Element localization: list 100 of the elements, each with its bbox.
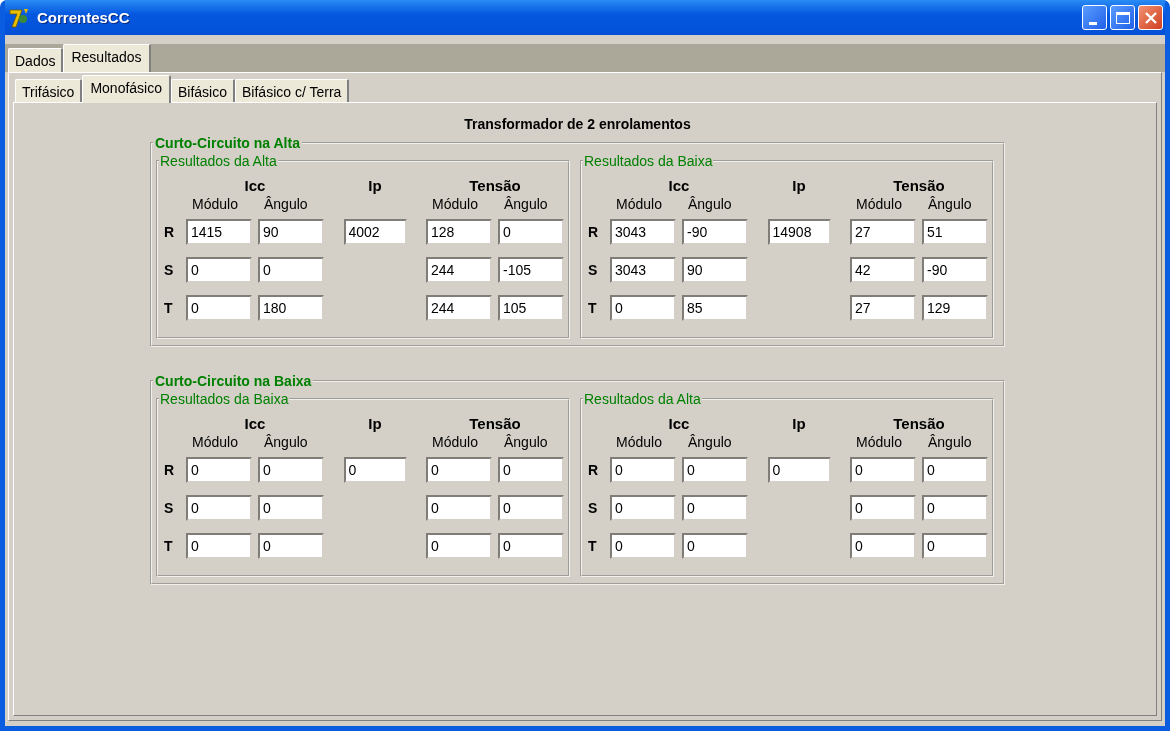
panel-title: Resultados da Alta bbox=[159, 153, 278, 169]
input-field[interactable]: -105 bbox=[498, 257, 564, 283]
maximize-button[interactable] bbox=[1110, 5, 1135, 30]
input-field[interactable]: 0 bbox=[186, 495, 252, 521]
column-subheader: Módulo bbox=[855, 196, 903, 212]
column-subheader: Ângulo bbox=[687, 196, 733, 212]
panel-title: Resultados da Alta bbox=[583, 391, 702, 407]
tab[interactable]: Monofásico bbox=[82, 75, 171, 103]
input-field[interactable]: 51 bbox=[922, 219, 988, 245]
input-field[interactable]: -90 bbox=[682, 219, 748, 245]
input-field[interactable]: 0 bbox=[767, 457, 831, 483]
input-field[interactable]: 27 bbox=[850, 219, 916, 245]
input-field[interactable]: 0 bbox=[610, 457, 676, 483]
input-field[interactable]: 0 bbox=[682, 533, 748, 559]
input-field[interactable]: 0 bbox=[426, 495, 492, 521]
column-header: Ip bbox=[367, 176, 383, 194]
column-header: Icc bbox=[243, 414, 267, 432]
phase-label: T bbox=[164, 538, 174, 554]
tab[interactable]: Bifásico bbox=[171, 79, 235, 103]
phase-label: S bbox=[588, 500, 599, 516]
input-field[interactable]: 0 bbox=[850, 457, 916, 483]
input-field[interactable]: 0 bbox=[682, 495, 748, 521]
input-field[interactable]: 3043 bbox=[610, 219, 676, 245]
input-field[interactable]: 0 bbox=[498, 533, 564, 559]
input-field[interactable]: 4002 bbox=[343, 219, 407, 245]
phase-label: R bbox=[588, 224, 600, 240]
input-field[interactable]: 0 bbox=[186, 295, 252, 321]
input-field[interactable]: 0 bbox=[343, 457, 407, 483]
close-button[interactable] bbox=[1138, 5, 1163, 30]
input-field[interactable]: 0 bbox=[426, 457, 492, 483]
input-field[interactable]: 244 bbox=[426, 257, 492, 283]
input-field[interactable]: 0 bbox=[186, 257, 252, 283]
input-field[interactable]: 180 bbox=[258, 295, 324, 321]
input-field[interactable]: 244 bbox=[426, 295, 492, 321]
input-field[interactable]: 90 bbox=[258, 219, 324, 245]
column-subheader: Módulo bbox=[191, 434, 239, 450]
input-field[interactable]: 129 bbox=[922, 295, 988, 321]
input-field[interactable]: 0 bbox=[682, 457, 748, 483]
input-field[interactable]: 85 bbox=[682, 295, 748, 321]
column-subheader: Ângulo bbox=[503, 196, 549, 212]
column-header: Ip bbox=[791, 414, 807, 432]
column-subheader: Módulo bbox=[855, 434, 903, 450]
input-field[interactable]: 42 bbox=[850, 257, 916, 283]
input-field[interactable]: 0 bbox=[498, 457, 564, 483]
phase-label: R bbox=[164, 462, 176, 478]
column-subheader: Ângulo bbox=[927, 434, 973, 450]
input-field[interactable]: -90 bbox=[922, 257, 988, 283]
group-title: Curto-Circuito na Alta bbox=[154, 135, 301, 151]
phase-label: T bbox=[588, 538, 598, 554]
column-subheader: Ângulo bbox=[927, 196, 973, 212]
input-field[interactable]: 128 bbox=[426, 219, 492, 245]
input-field[interactable]: 0 bbox=[426, 533, 492, 559]
tab[interactable]: Dados bbox=[8, 48, 64, 72]
close-icon bbox=[1143, 10, 1158, 25]
input-field[interactable]: 0 bbox=[610, 495, 676, 521]
input-field[interactable]: 0 bbox=[186, 457, 252, 483]
column-header: Icc bbox=[667, 414, 691, 432]
input-field[interactable]: 0 bbox=[922, 457, 988, 483]
phase-label: T bbox=[164, 300, 174, 316]
input-field[interactable]: 0 bbox=[258, 257, 324, 283]
input-field[interactable]: 0 bbox=[258, 457, 324, 483]
phase-label: S bbox=[588, 262, 599, 278]
input-field[interactable]: 0 bbox=[258, 533, 324, 559]
input-field[interactable]: 0 bbox=[850, 495, 916, 521]
panel-title: Resultados da Baixa bbox=[159, 391, 290, 407]
input-field[interactable]: 90 bbox=[682, 257, 748, 283]
column-subheader: Módulo bbox=[615, 434, 663, 450]
tab[interactable]: Trifásico bbox=[15, 79, 83, 103]
input-field[interactable]: 0 bbox=[610, 533, 676, 559]
input-field[interactable]: 0 bbox=[258, 495, 324, 521]
column-subheader: Ângulo bbox=[503, 434, 549, 450]
column-subheader: Módulo bbox=[431, 196, 479, 212]
input-field[interactable]: 0 bbox=[922, 533, 988, 559]
column-subheader: Módulo bbox=[191, 196, 239, 212]
input-field[interactable]: 27 bbox=[850, 295, 916, 321]
column-header: Icc bbox=[243, 176, 267, 194]
input-field[interactable]: 0 bbox=[498, 219, 564, 245]
input-field[interactable]: 3043 bbox=[610, 257, 676, 283]
input-field[interactable]: 105 bbox=[498, 295, 564, 321]
input-field[interactable]: 0 bbox=[850, 533, 916, 559]
column-header: Ip bbox=[791, 176, 807, 194]
column-header: Tensão bbox=[892, 414, 946, 432]
input-field[interactable]: 0 bbox=[922, 495, 988, 521]
phase-label: R bbox=[164, 224, 176, 240]
tab[interactable]: Resultados bbox=[63, 44, 151, 72]
phase-label: S bbox=[164, 500, 175, 516]
input-field[interactable]: 1415 bbox=[186, 219, 252, 245]
input-field[interactable]: 0 bbox=[186, 533, 252, 559]
input-field[interactable]: 0 bbox=[610, 295, 676, 321]
window-title: CorrentesCC bbox=[37, 9, 131, 26]
maximize-icon bbox=[1115, 11, 1130, 24]
tab[interactable]: Bifásico c/ Terra bbox=[235, 79, 350, 103]
app-icon bbox=[9, 7, 31, 28]
column-subheader: Ângulo bbox=[263, 196, 309, 212]
column-subheader: Ângulo bbox=[263, 434, 309, 450]
input-field[interactable]: 14908 bbox=[767, 219, 831, 245]
column-subheader: Módulo bbox=[615, 196, 663, 212]
column-subheader: Ângulo bbox=[687, 434, 733, 450]
input-field[interactable]: 0 bbox=[498, 495, 564, 521]
minimize-button[interactable] bbox=[1082, 5, 1107, 30]
